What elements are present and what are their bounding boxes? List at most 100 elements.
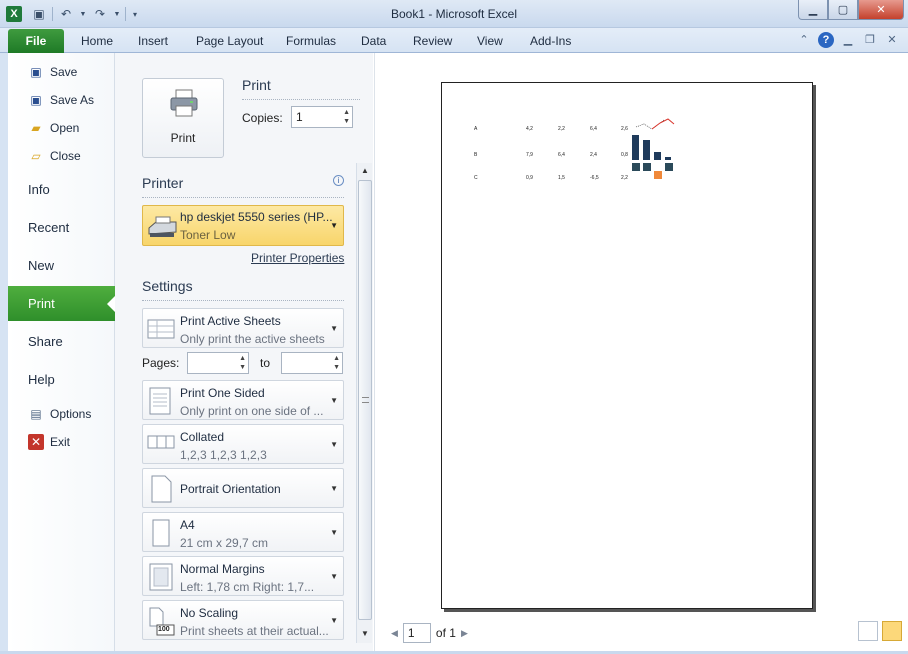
maximize-button[interactable]: ▢	[828, 0, 858, 20]
next-page-icon[interactable]: ▶	[461, 628, 468, 639]
doc-close-icon[interactable]: ✕	[884, 32, 900, 48]
collated-icon	[147, 435, 175, 449]
print-preview: A 4,2 2,2 6,4 2,6 B 7,9 6,4 2,4 0,8 C 0,…	[374, 53, 908, 651]
copies-stepper[interactable]: 1 ▲ ▼	[291, 106, 353, 128]
printer-dropdown[interactable]: hp deskjet 5550 series (HP... Toner Low …	[142, 205, 344, 246]
scaling-badge: 100	[158, 626, 170, 633]
minimize-ribbon-icon[interactable]: ⌃	[796, 32, 812, 48]
cell: 6,4	[590, 126, 597, 132]
collation-dropdown[interactable]: Collated 1,2,3 1,2,3 1,2,3 ▼	[142, 424, 344, 464]
minimize-button[interactable]: ▁	[798, 0, 828, 20]
scroll-thumb[interactable]	[358, 180, 372, 620]
dropdown-caret: ▼	[330, 616, 338, 625]
pages-to-label: to	[260, 356, 271, 370]
pages-label: Pages:	[142, 356, 180, 370]
close-folder-icon: ▱	[31, 149, 41, 163]
dropdown-caret: ▼	[330, 324, 338, 333]
copies-spin-arrows[interactable]: ▲ ▼	[343, 108, 350, 126]
title-bar: X ▣ ↶ ▼ ↷ ▼ ▾ Book1 - Microsoft Excel ▁ …	[0, 0, 908, 28]
printer-info-icon[interactable]: i	[333, 175, 344, 186]
printer-status: Toner Low	[180, 228, 236, 242]
cell: 0,8	[621, 152, 628, 158]
active-sheets-icon	[147, 319, 175, 339]
printer-name: hp deskjet 5550 series (HP...	[180, 210, 333, 224]
close-button[interactable]: ✕	[858, 0, 904, 20]
copies-label: Copies:	[242, 111, 283, 125]
cell: 6,4	[558, 152, 565, 158]
tab-page-layout[interactable]: Page Layout	[196, 34, 263, 48]
cell: 2,6	[621, 126, 628, 132]
sparkline-line	[635, 118, 675, 130]
paper-size-icon	[152, 519, 170, 547]
portrait-icon	[151, 475, 172, 503]
dropdown-caret: ▼	[330, 396, 338, 405]
nav-options[interactable]: ▤ Options	[28, 404, 91, 424]
tab-file[interactable]: File	[8, 29, 64, 53]
tab-view[interactable]: View	[477, 34, 503, 48]
page-number-input[interactable]: 1	[402, 623, 431, 643]
tab-review[interactable]: Review	[413, 34, 452, 48]
tab-insert[interactable]: Insert	[138, 34, 168, 48]
row-label: C	[474, 175, 478, 181]
pages-from-spin-arrows[interactable]: ▲ ▼	[239, 354, 246, 372]
tab-data[interactable]: Data	[361, 34, 386, 48]
backstage-nav: ▣ Save ▣ Save As ▰ Open ▱ Close Info Rec…	[8, 53, 116, 651]
nav-close[interactable]: ▱ Close	[28, 146, 80, 166]
page-navigator: ◀ 1 of 1 ▶	[391, 622, 468, 644]
scroll-up-button[interactable]: ▲	[358, 164, 372, 178]
print-button[interactable]: Print	[142, 78, 224, 158]
pages-from-input[interactable]: ▲ ▼	[187, 352, 249, 374]
nav-info[interactable]: Info	[28, 182, 50, 197]
nav-save-as[interactable]: ▣ Save As	[28, 90, 94, 110]
open-folder-icon: ▰	[31, 121, 41, 135]
tab-add-ins[interactable]: Add-Ins	[530, 34, 571, 48]
printer-properties-link[interactable]: Printer Properties	[251, 251, 344, 265]
paper-size-dropdown[interactable]: A4 21 cm x 29,7 cm ▼	[142, 512, 344, 552]
sparkline-win-loss	[632, 163, 673, 179]
nav-new[interactable]: New	[28, 258, 54, 273]
nav-save[interactable]: ▣ Save	[28, 62, 77, 82]
nav-recent[interactable]: Recent	[28, 220, 69, 235]
cell: 2,4	[590, 152, 597, 158]
cell: 0,9	[526, 175, 533, 181]
show-margins-button[interactable]	[858, 621, 878, 641]
nav-help[interactable]: Help	[28, 372, 55, 387]
printer-icon	[170, 89, 198, 117]
pages-to-input[interactable]: ▲ ▼	[281, 352, 343, 374]
nav-exit[interactable]: ✕ Exit	[28, 432, 70, 452]
doc-minimize-icon[interactable]: ▁	[840, 32, 856, 48]
pages-to-spin-arrows[interactable]: ▲ ▼	[333, 354, 340, 372]
margins-dropdown[interactable]: Normal Margins Left: 1,78 cm Right: 1,7.…	[142, 556, 344, 596]
window-controls: ▁ ▢ ✕	[798, 0, 904, 20]
save-icon: ▣	[30, 65, 42, 79]
one-sided-icon	[149, 387, 171, 415]
cell: 4,2	[526, 126, 533, 132]
zoom-to-page-button[interactable]	[882, 621, 902, 641]
scroll-down-button[interactable]: ▼	[358, 627, 372, 641]
row-label: B	[474, 152, 478, 158]
nav-print[interactable]: Print	[8, 286, 116, 321]
printer-heading: Printer	[142, 175, 184, 191]
dropdown-caret: ▼	[330, 484, 338, 493]
cell: 2,2	[558, 126, 565, 132]
printer-dropdown-caret: ▼	[330, 221, 338, 230]
doc-restore-icon[interactable]: ❐	[862, 32, 878, 48]
scaling-dropdown[interactable]: 100 No Scaling Print sheets at their act…	[142, 600, 344, 640]
orientation-dropdown[interactable]: Portrait Orientation ▼	[142, 468, 344, 508]
tab-home[interactable]: Home	[81, 34, 113, 48]
cell: -6,5	[590, 175, 599, 181]
settings-heading: Settings	[142, 278, 193, 294]
nav-open[interactable]: ▰ Open	[28, 118, 79, 138]
dropdown-caret: ▼	[330, 572, 338, 581]
preview-page: A 4,2 2,2 6,4 2,6 B 7,9 6,4 2,4 0,8 C 0,…	[441, 82, 813, 609]
help-icon[interactable]: ?	[818, 32, 834, 48]
nav-share[interactable]: Share	[28, 334, 63, 349]
print-what-dropdown[interactable]: Print Active Sheets Only print the activ…	[142, 308, 344, 348]
settings-scrollbar[interactable]: ▲ ▼	[356, 163, 372, 643]
window-title: Book1 - Microsoft Excel	[390, 7, 518, 21]
previous-page-icon[interactable]: ◀	[391, 628, 398, 639]
sides-dropdown[interactable]: Print One Sided Only print on one side o…	[142, 380, 344, 420]
tab-formulas[interactable]: Formulas	[286, 34, 336, 48]
options-icon: ▤	[30, 407, 42, 421]
dropdown-caret: ▼	[330, 528, 338, 537]
